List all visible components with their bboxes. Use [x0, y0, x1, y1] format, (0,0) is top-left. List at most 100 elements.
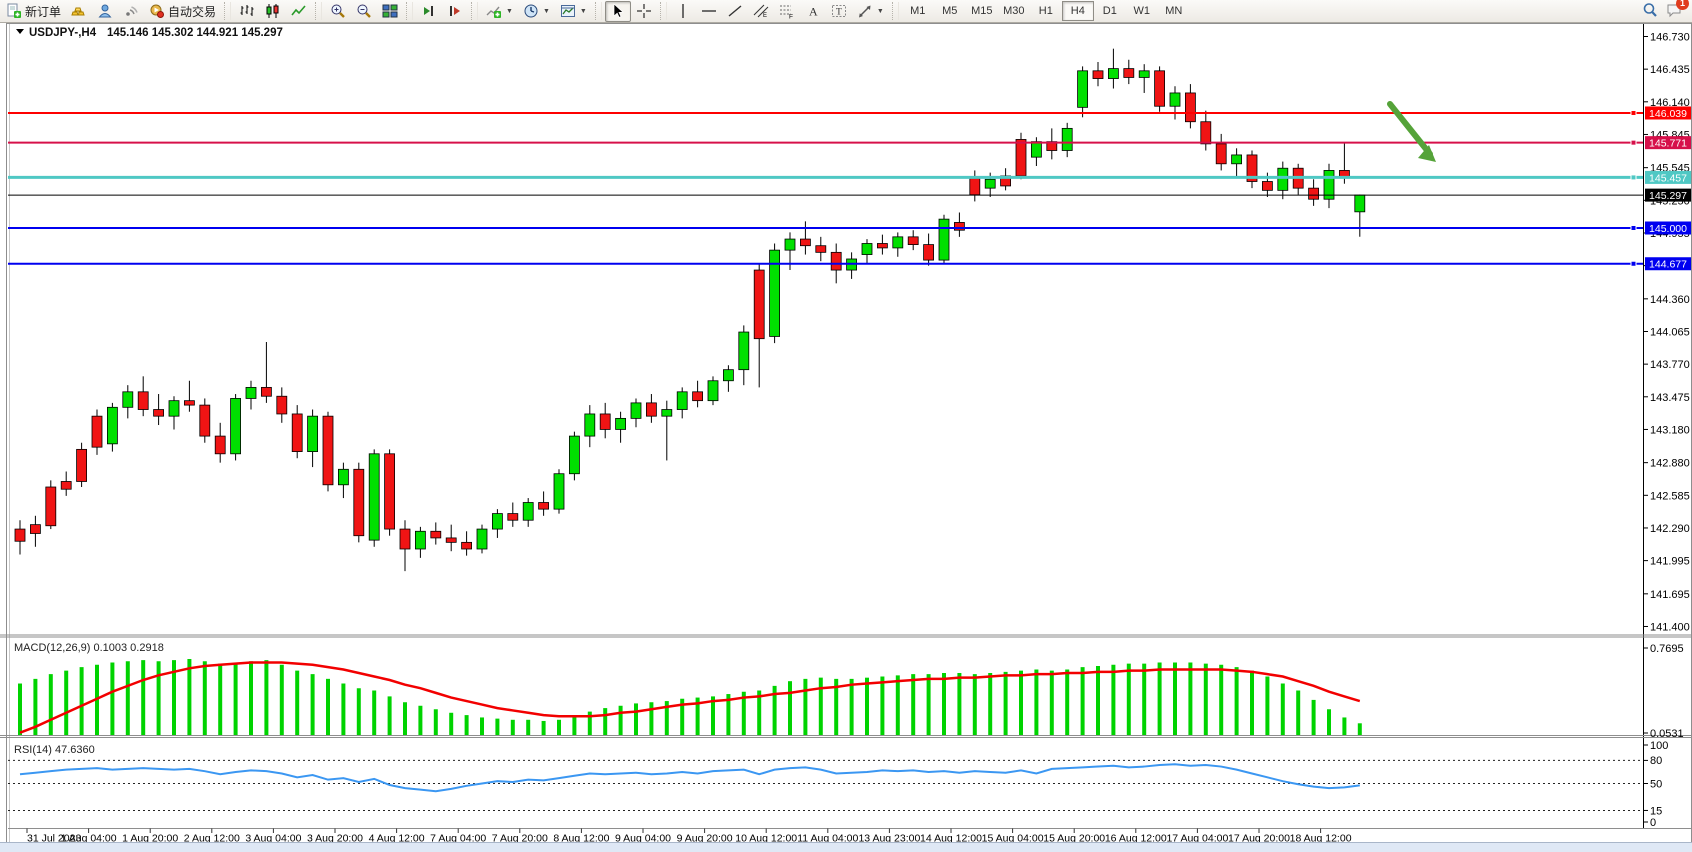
candle [30, 525, 40, 534]
arrow-objects-dropdown-icon[interactable]: ▼ [877, 8, 884, 15]
candle [1232, 155, 1242, 164]
templates-icon [560, 3, 576, 19]
search-icon[interactable] [1642, 2, 1658, 21]
chart-header: USDJPY-,H4 145.146 145.302 144.921 145.29… [16, 27, 283, 39]
svg-text:143.770: 143.770 [1650, 359, 1690, 371]
signals-icon [123, 3, 139, 19]
chart-shift-button[interactable] [416, 1, 442, 22]
candle [1309, 188, 1319, 199]
toolbar-group-chart-type [233, 0, 313, 22]
timeframe-m5-button[interactable]: M5 [934, 1, 966, 21]
symbol-title: USDJPY-,H4 [29, 27, 97, 39]
candle [862, 243, 872, 254]
candle [816, 246, 826, 253]
candle [92, 416, 102, 447]
vertical-line-button[interactable] [670, 1, 696, 22]
timeframe-h4-button[interactable]: H4 [1062, 1, 1094, 21]
bar-chart-mode-button[interactable] [234, 1, 260, 22]
candle [631, 403, 641, 418]
candle [308, 416, 318, 451]
candle [138, 392, 148, 410]
chart-area[interactable]: 146.730146.435146.140145.845145.545145.2… [0, 0, 1692, 852]
timeframe-h1-button[interactable]: H1 [1030, 1, 1062, 21]
periods-button[interactable]: ▼ [518, 1, 555, 22]
candle [677, 392, 687, 410]
candle [77, 449, 87, 481]
svg-text:E: E [763, 13, 767, 19]
candle [338, 469, 348, 484]
toolbar-group-zoom [324, 0, 404, 22]
timeframe-w1-button[interactable]: W1 [1126, 1, 1158, 21]
auto-trading-label: 自动交易 [168, 3, 216, 20]
templates-dropdown-icon[interactable]: ▼ [580, 8, 587, 15]
tile-windows-icon [382, 3, 398, 19]
cursor-button[interactable] [605, 1, 631, 22]
toolbar-right: 1 [1642, 2, 1692, 21]
svg-text:50: 50 [1650, 779, 1662, 791]
candle [1155, 71, 1165, 106]
candlestick-mode-button[interactable] [260, 1, 286, 22]
toolbar-group-trade: 新订单 自动交易 [0, 0, 222, 22]
candle [385, 454, 395, 529]
candle [246, 387, 256, 398]
indicators-button[interactable]: ▼ [481, 1, 518, 22]
new-order-button[interactable]: 新订单 [1, 1, 66, 22]
svg-text:0: 0 [1650, 817, 1656, 829]
notifications-icon[interactable]: 1 [1666, 2, 1682, 21]
periods-dropdown-icon[interactable]: ▼ [543, 8, 550, 15]
indicators-dropdown-icon[interactable]: ▼ [506, 8, 513, 15]
trendline-button[interactable] [722, 1, 748, 22]
notifications-badge: 1 [1676, 0, 1689, 10]
candle [184, 401, 194, 405]
templates-button[interactable]: ▼ [555, 1, 592, 22]
timeframe-m15-button[interactable]: M15 [966, 1, 998, 21]
candle [61, 481, 71, 489]
candle [15, 529, 25, 541]
vertical-line-icon [675, 3, 691, 19]
toolbar-separator [406, 2, 413, 20]
line-chart-mode-button[interactable] [286, 1, 312, 22]
timeframe-mn-button[interactable]: MN [1158, 1, 1190, 21]
timeframe-m30-button[interactable]: M30 [998, 1, 1030, 21]
timeframe-m1-button[interactable]: M1 [902, 1, 934, 21]
market-profile-button[interactable] [92, 1, 118, 22]
arrow-objects-button[interactable]: ▼ [852, 1, 889, 22]
toolbar-separator [471, 2, 478, 20]
timeframe-d1-button[interactable]: D1 [1094, 1, 1126, 21]
periods-icon [523, 3, 539, 19]
ohlc-readout: 145.146 145.302 144.921 145.297 [107, 27, 283, 39]
svg-text:141.995: 141.995 [1650, 556, 1690, 568]
crosshair-button[interactable] [631, 1, 657, 22]
svg-text:143.475: 143.475 [1650, 392, 1690, 404]
candle [231, 398, 241, 453]
candle [569, 436, 579, 474]
fibonacci-retracement-button[interactable]: F [774, 1, 800, 22]
candle [446, 538, 456, 542]
gold-symbols-button[interactable] [66, 1, 92, 22]
signals-button[interactable] [118, 1, 144, 22]
indicators-icon [486, 3, 502, 19]
auto-scroll-button[interactable] [442, 1, 468, 22]
candle [954, 222, 964, 230]
tile-windows-button[interactable] [377, 1, 403, 22]
candle [1108, 69, 1118, 79]
zoom-out-button[interactable] [351, 1, 377, 22]
toolbar-group-insert: ▼ ▼ ▼ [480, 0, 593, 22]
horizontal-line-icon [701, 3, 717, 19]
line-chart-mode-icon [291, 3, 307, 19]
horizontal-line-button[interactable] [696, 1, 722, 22]
auto-trading-button[interactable]: 自动交易 [144, 1, 221, 22]
text-button[interactable]: A [800, 1, 826, 22]
svg-text:145.000: 145.000 [1649, 223, 1687, 235]
candle [616, 418, 626, 429]
svg-text:143.180: 143.180 [1650, 424, 1690, 436]
candle [431, 531, 441, 538]
toolbar: 新订单 自动交易 ▼ ▼ ▼ E FAT ▼ M1M5M15M30H1H4D1W1MN 1 [0, 0, 1692, 23]
equidistant-channel-button[interactable]: E [748, 1, 774, 22]
text-label-button[interactable]: T [826, 1, 852, 22]
candle [970, 178, 980, 195]
candle [400, 529, 410, 549]
svg-text:146.435: 146.435 [1650, 64, 1690, 76]
zoom-in-button[interactable] [325, 1, 351, 22]
candle [1078, 71, 1088, 108]
